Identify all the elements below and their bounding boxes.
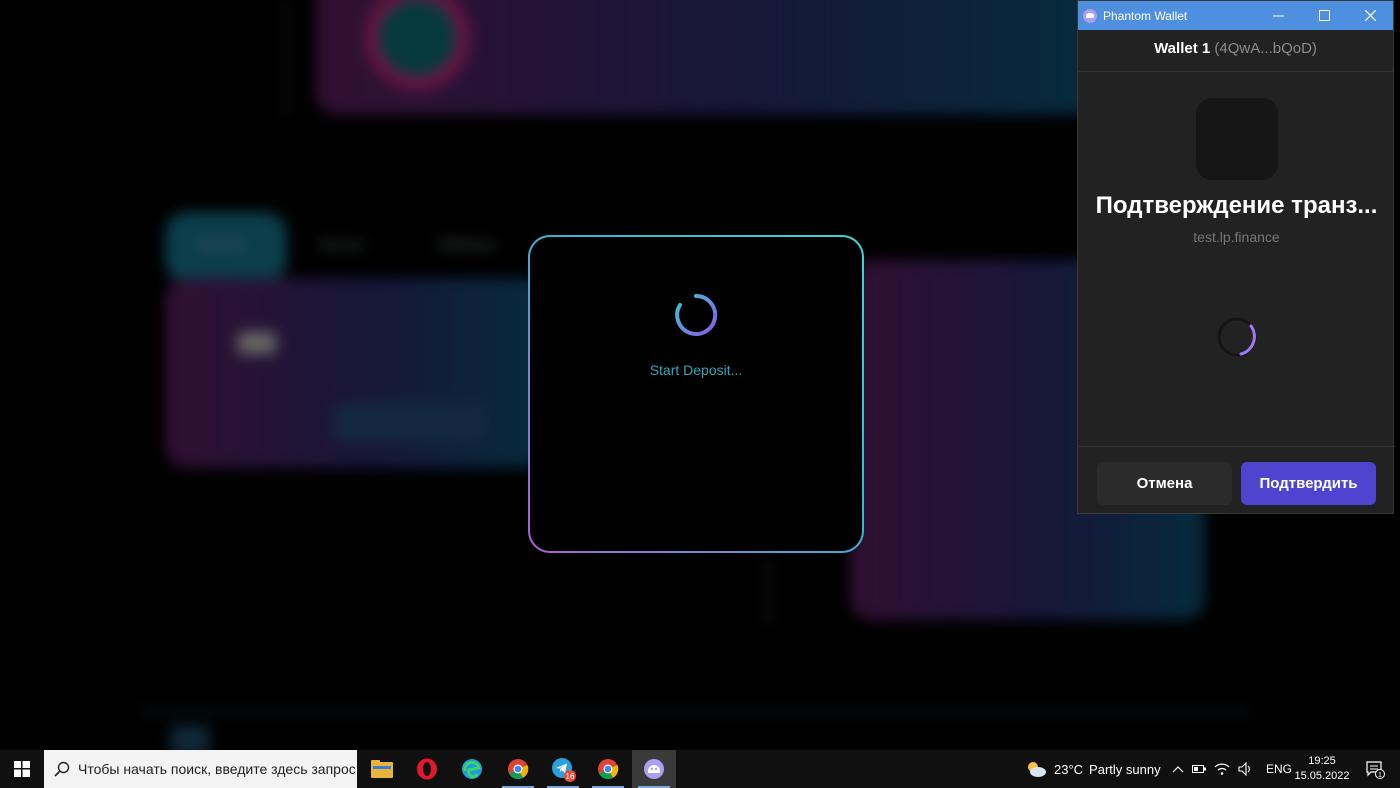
edge-icon (462, 759, 482, 779)
file-explorer-icon (371, 760, 393, 778)
windows-logo-icon (14, 761, 30, 777)
partly-sunny-icon (1028, 762, 1046, 777)
taskbar-app-telegram[interactable]: 16 (541, 750, 585, 788)
chrome-icon (508, 759, 529, 780)
search-placeholder: Чтобы начать поиск, введите здесь запрос (78, 761, 356, 777)
notification-count: 1 (1378, 772, 1382, 779)
taskbar-app-opera[interactable] (405, 750, 449, 788)
deposit-loading-modal: Start Deposit... (528, 235, 864, 553)
close-icon (1364, 10, 1376, 21)
clock[interactable]: 19:25 15.05.2022 (1290, 754, 1354, 784)
maximize-icon (1318, 10, 1330, 21)
wallet-name: Wallet 1 (1154, 40, 1211, 57)
bg-tab-withdraw: Withdraw (437, 236, 496, 252)
notification-center-button[interactable]: 1 (1360, 750, 1390, 788)
weather-description[interactable]: Partly sunny (1089, 762, 1161, 777)
tray-icons: ENG (1172, 750, 1292, 788)
dapp-favicon (1196, 98, 1278, 180)
input-language[interactable]: ENG (1266, 762, 1292, 776)
clock-time: 19:25 (1308, 755, 1336, 767)
taskbar-app-chrome-1[interactable] (496, 750, 540, 788)
system-tray: 23°C Partly sunny (1025, 750, 1161, 788)
minimize-button[interactable] (1255, 1, 1301, 30)
telegram-icon: 16 (552, 758, 576, 782)
wallet-header: Wallet 1 (4QwA...bQoD) (1078, 30, 1393, 72)
close-button[interactable] (1347, 1, 1393, 30)
notification-icon: 1 (1366, 761, 1385, 779)
cancel-button[interactable]: Отмена (1097, 462, 1232, 505)
action-footer: Отмена Подтвердить (1078, 446, 1395, 515)
minimize-icon (1272, 15, 1284, 17)
deposit-status-text: Start Deposit... (649, 362, 743, 378)
taskbar-app-file-explorer[interactable] (360, 750, 404, 788)
wallet-loading-spinner-icon (1217, 317, 1257, 357)
bg-tab-deposit: Deposit (197, 236, 245, 252)
loading-spinner-icon (675, 293, 718, 336)
chrome-icon (598, 759, 619, 780)
telegram-badge: 16 (566, 772, 575, 781)
clock-date: 15.05.2022 (1294, 770, 1350, 782)
phantom-logo-icon (1083, 8, 1097, 23)
volume-icon[interactable] (1238, 762, 1252, 776)
windows-taskbar: Чтобы начать поиск, введите здесь запрос (0, 750, 1400, 788)
confirm-button[interactable]: Подтвердить (1241, 462, 1376, 505)
maximize-button[interactable] (1301, 1, 1347, 30)
taskbar-app-phantom[interactable] (632, 750, 676, 788)
start-button[interactable] (0, 750, 44, 788)
wallet-address: (4QwA...bQoD) (1214, 40, 1317, 57)
chevron-up-icon[interactable] (1172, 764, 1184, 774)
wifi-icon[interactable] (1214, 762, 1230, 776)
confirm-transaction-heading: Подтверждение транз... (1095, 192, 1378, 219)
phantom-wallet-window: Phantom Wallet Wallet 1 (4QwA...bQoD) По… (1077, 0, 1395, 515)
phantom-icon (644, 759, 664, 779)
weather-temperature[interactable]: 23°C (1054, 762, 1083, 777)
battery-icon[interactable] (1192, 764, 1206, 774)
desktop: Deposit Borrow Withdraw Start Deposit...… (0, 0, 1400, 788)
opera-icon (417, 758, 437, 780)
taskbar-app-chrome-2[interactable] (586, 750, 630, 788)
bg-tab-borrow: Borrow (320, 236, 365, 252)
requesting-site: test.lp.finance (1193, 229, 1280, 245)
taskbar-app-edge[interactable] (450, 750, 494, 788)
window-titlebar[interactable]: Phantom Wallet (1078, 1, 1393, 30)
window-title: Phantom Wallet (1103, 8, 1188, 23)
taskbar-search-box[interactable]: Чтобы начать поиск, введите здесь запрос (44, 750, 357, 788)
search-icon (54, 761, 70, 777)
